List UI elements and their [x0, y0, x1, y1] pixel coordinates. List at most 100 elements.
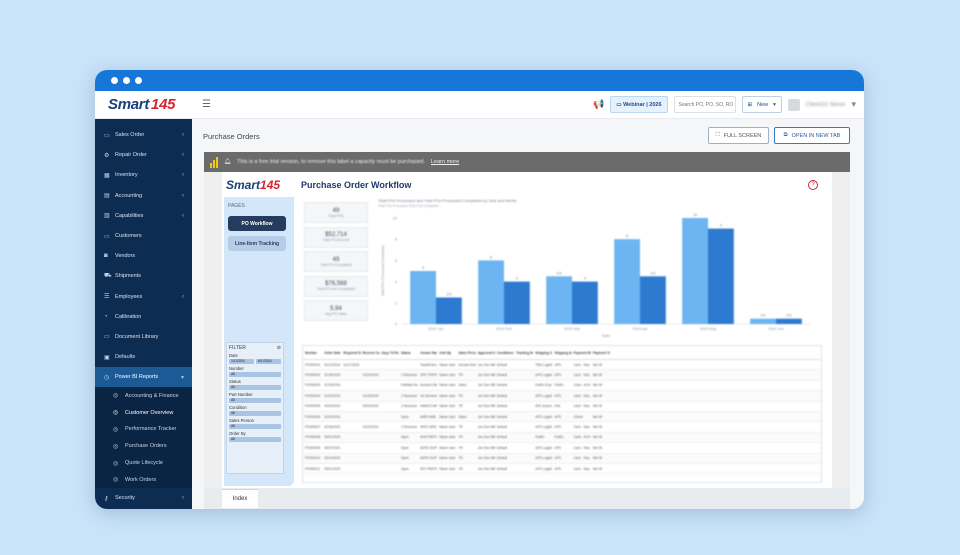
sidebar-item-repair-order[interactable]: ⚙ Repair Order ‹ — [95, 145, 192, 165]
column-header[interactable]: Approved By — [476, 351, 495, 355]
table-cell: 1 Received — [400, 404, 417, 409]
bar-chart[interactable]: Total POs Processed and Total POs Proces… — [374, 196, 820, 341]
full-screen-button[interactable]: ⛶ FULL SCREEN — [708, 127, 769, 144]
bar — [572, 281, 598, 324]
global-search-input[interactable] — [673, 96, 736, 113]
user-name[interactable]: Client111 Simon — [806, 102, 846, 108]
window-dot[interactable] — [111, 77, 118, 84]
y-tick-label: 8 — [395, 237, 398, 242]
document-icon: ▭ — [104, 334, 110, 341]
table-row[interactable]: PO000004 01/22/2024 01/25/2024 1 Received Je… — [303, 391, 821, 402]
column-header[interactable]: Ordr By — [437, 351, 456, 355]
report-title: Purchase Order Workflow — [301, 180, 412, 190]
table-row[interactable]: PO000007 02/18/2024 02/22/2024 1 Received AP… — [303, 422, 821, 433]
sidebar-item-sales-order[interactable]: ▭ Sales Order ‹ — [95, 125, 192, 145]
filter-select[interactable]: All — [229, 411, 281, 416]
table-cell: PO000006 — [305, 414, 321, 419]
table-row[interactable]: PO000011 03/21/2024 Open SKY PARTS Name User… — [303, 464, 821, 475]
column-header[interactable]: Vendor Name — [418, 351, 437, 355]
sidebar-subitem-purchase-orders[interactable]: ◎ Purchase Orders — [95, 437, 192, 455]
sidebar-item-capabilities[interactable]: ▥ Capabilities ‹ — [95, 206, 192, 226]
data-label: 8 — [626, 234, 628, 238]
page-button-line-item-tracking[interactable]: Line-Item Tracking — [228, 236, 286, 251]
report-icon: ◎ — [113, 477, 119, 484]
open-new-tab-button[interactable]: ⧉ OPEN IN NEW TAB — [774, 127, 850, 144]
table-row[interactable]: PO000002 01/15/2024 01/20/2024 1 Received UP… — [303, 370, 821, 381]
sidebar-subitem-work-orders[interactable]: ◎ Work Orders — [95, 471, 192, 489]
column-header[interactable]: Conditions — [495, 351, 514, 355]
column-header[interactable]: Sales Person — [457, 351, 476, 355]
column-header[interactable]: Status — [399, 351, 418, 355]
report-icon: ◎ — [113, 443, 119, 450]
brand-number: 145 — [151, 96, 176, 113]
sidebar-item-power-bi-reports[interactable]: ◷ Power BI Reports ▾ — [95, 367, 192, 388]
avatar[interactable] — [787, 98, 800, 111]
x-tick-label: 2024 Mar — [564, 327, 581, 331]
table-cell: Jon Doe Miller — [477, 435, 495, 440]
hamburger-menu-icon[interactable]: ☰ — [202, 99, 211, 110]
help-icon[interactable]: ? — [808, 180, 818, 190]
chart-icon: ◷ — [104, 374, 110, 381]
sidebar-item-inventory[interactable]: ▦ Inventory ‹ — [95, 165, 192, 185]
date-end-input[interactable]: 6/1/2024 — [256, 359, 281, 364]
sidebar-item-defaults[interactable]: ▣ Defaults — [95, 347, 192, 367]
filter-select[interactable]: All — [229, 398, 281, 403]
filter-select[interactable]: All — [229, 424, 281, 429]
table-row[interactable]: PO000005 02/02/2024 02/09/2024 1 Received HA… — [303, 402, 821, 412]
sidebar-item-employees[interactable]: ☰ Employees ‹ — [95, 287, 192, 307]
sidebar-subitem-accounting-finance[interactable]: ◎ Accounting & Finance — [95, 387, 192, 405]
sidebar-item-customers[interactable]: ▭ Customers — [95, 226, 192, 246]
column-header[interactable]: Shipping Account — [552, 351, 571, 355]
window-dot[interactable] — [135, 77, 142, 84]
new-dropdown-button[interactable]: ⊞ New ▾ — [741, 96, 782, 113]
chevron-down-icon[interactable]: ▾ — [851, 99, 856, 110]
trial-message: This is a free trial version, to remove … — [236, 159, 425, 165]
po-table[interactable]: NumberOrder DateRequired DateReceive Com… — [302, 345, 822, 483]
table-row[interactable]: PO00000602/10/2024 Open AIRPLANE PARTSName… — [303, 411, 821, 423]
pages-label: PAGES — [228, 203, 245, 209]
report-icon: ◎ — [113, 426, 119, 433]
column-header[interactable]: Required Date — [341, 351, 360, 355]
sidebar-item-vendors[interactable]: ◙ Vendors — [95, 246, 192, 266]
filter-select[interactable]: All — [229, 437, 281, 442]
sidebar-subitem-label: Quote Lifecycle — [125, 460, 163, 467]
table-row[interactable]: PO00000903/07/2024 Open AERO SUPPLYName Us… — [303, 443, 821, 454]
sidebar-subitem-customer-overview[interactable]: ◎ Customer Overview — [95, 404, 192, 422]
tab-index[interactable]: Index — [222, 489, 258, 508]
column-header[interactable]: Payment Method — [572, 351, 591, 355]
report-brand-name: Smart — [226, 178, 261, 192]
column-header[interactable]: Order Date — [322, 351, 341, 355]
sidebar-item-accounting[interactable]: ▤ Accounting ‹ — [95, 186, 192, 206]
sidebar-subitem-performance-tracker[interactable]: ◎ Performance Tracker — [95, 421, 192, 438]
column-header[interactable]: Receive Complete Date — [361, 351, 380, 355]
column-header[interactable]: Payment Term — [591, 351, 610, 355]
sidebar-subitem-quote-lifecycle[interactable]: ◎ Quote Lifecycle — [95, 454, 192, 472]
filter-select[interactable]: All — [229, 385, 281, 390]
column-header[interactable]: Days Til Rcv Status — [380, 351, 399, 355]
data-label: 0.5 — [786, 314, 791, 318]
window-dot[interactable] — [123, 77, 130, 84]
date-start-input[interactable]: 1/1/2024 — [229, 359, 254, 364]
column-header[interactable]: Shipping Service — [533, 351, 552, 355]
learn-more-link[interactable]: Learn more — [431, 159, 459, 165]
kpi-cards: 49 Total POs $52,714 Total PO Amount 49 Total… — [304, 202, 368, 325]
page-button-po-workflow[interactable]: PO Workflow — [228, 216, 286, 231]
sidebar-subitem-label: Accounting & Finance — [125, 392, 179, 399]
clear-filter-icon[interactable]: ⊘ — [277, 345, 281, 351]
table-cell: 01/12/2024 — [324, 362, 341, 367]
sidebar-item-security[interactable]: ⚷ Security ‹ — [95, 488, 192, 508]
table-row[interactable]: PO00000301/19/2024 Partially RecvdAvionic… — [303, 381, 821, 392]
webinar-button[interactable]: ▭ Webinar | 2026 — [610, 96, 668, 113]
column-header[interactable]: Number — [303, 351, 322, 355]
megaphone-icon[interactable]: 📢 — [593, 99, 604, 110]
brand-logo[interactable]: Smart 145 — [95, 91, 192, 119]
table-row[interactable]: PO000008 03/01/2024 Open AVIA PARTS Name Use… — [303, 432, 821, 444]
table-cell: Default — [496, 456, 507, 461]
sidebar-item-calibration[interactable]: ◔ Calibration — [95, 307, 192, 327]
table-row[interactable]: PO00000101/12/202401/17/2024 TestAEVendor… — [303, 360, 821, 371]
table-row[interactable]: PO00001003/14/2024 Open AERO SUPPLYName Us… — [303, 453, 821, 464]
column-header[interactable]: Tracking Number — [514, 351, 533, 355]
sidebar-item-shipments[interactable]: ⛟ Shipments — [95, 266, 192, 286]
sidebar-item-document-library[interactable]: ▭ Document Library — [95, 327, 192, 347]
filter-select[interactable]: All — [229, 372, 281, 377]
